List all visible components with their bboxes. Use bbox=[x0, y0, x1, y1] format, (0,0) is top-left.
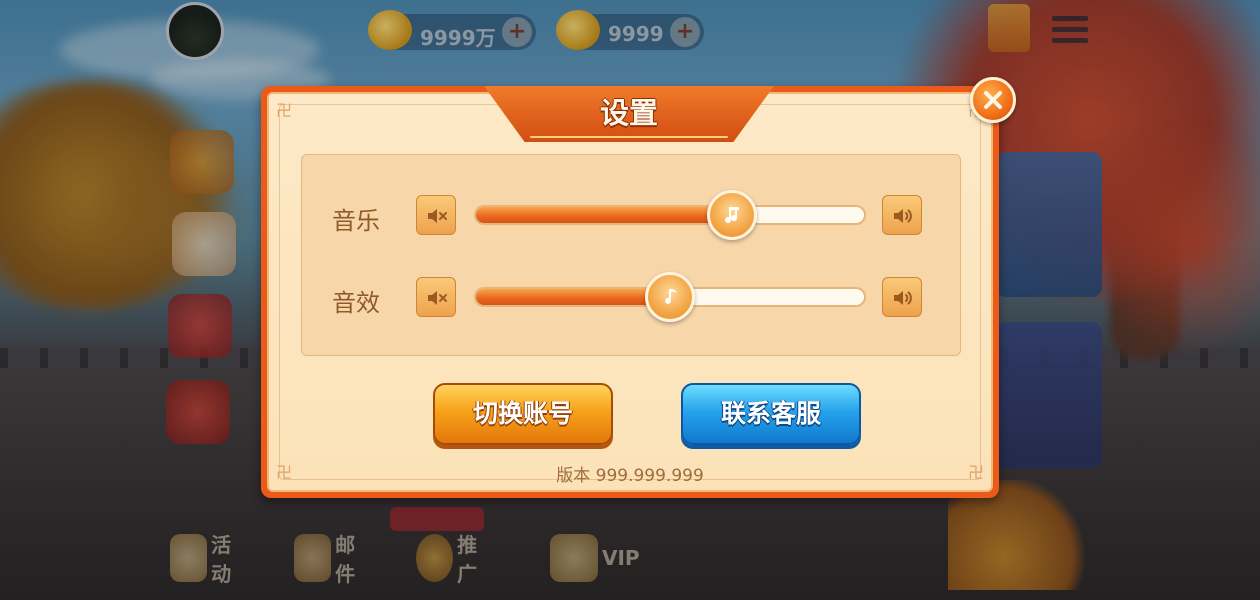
sfx-label: 音效 bbox=[332, 289, 380, 317]
music-max-button[interactable] bbox=[882, 195, 922, 235]
close-icon bbox=[984, 91, 1002, 109]
music-mute-button[interactable] bbox=[416, 195, 456, 235]
speaker-loud-icon bbox=[894, 209, 912, 223]
music-volume-fill bbox=[476, 207, 733, 223]
switch-account-button[interactable]: 切换账号 bbox=[433, 383, 613, 445]
music-slider-knob[interactable] bbox=[707, 190, 758, 240]
settings-dialog: 卍 卍 卍 卍 设置 音乐 bbox=[261, 86, 999, 498]
corner-ornament: 卍 bbox=[275, 101, 292, 120]
speaker-mute-icon bbox=[428, 209, 447, 223]
sfx-volume-fill bbox=[476, 289, 670, 305]
music-row: 音乐 bbox=[302, 190, 960, 240]
title-banner: 设置 bbox=[484, 86, 774, 142]
music-note-icon bbox=[725, 207, 740, 224]
close-button[interactable] bbox=[970, 77, 1016, 123]
contact-service-button[interactable]: 联系客服 bbox=[681, 383, 861, 445]
music-label: 音乐 bbox=[332, 207, 380, 235]
speaker-mute-icon bbox=[428, 291, 447, 305]
music-note-icon bbox=[665, 289, 677, 304]
volume-panel: 音乐 音效 bbox=[301, 154, 961, 356]
sfx-row: 音效 bbox=[302, 272, 960, 322]
sfx-mute-button[interactable] bbox=[416, 277, 456, 317]
sfx-slider-knob[interactable] bbox=[645, 272, 695, 322]
speaker-loud-icon bbox=[894, 291, 912, 305]
version-label: 版本 999.999.999 bbox=[556, 466, 704, 486]
music-volume-slider[interactable] bbox=[474, 190, 866, 240]
dialog-title: 设置 bbox=[599, 96, 658, 130]
sfx-max-button[interactable] bbox=[882, 277, 922, 317]
sfx-volume-slider[interactable] bbox=[474, 272, 866, 322]
settings-dialog-body: 卍 卍 卍 卍 设置 音乐 bbox=[267, 86, 993, 492]
